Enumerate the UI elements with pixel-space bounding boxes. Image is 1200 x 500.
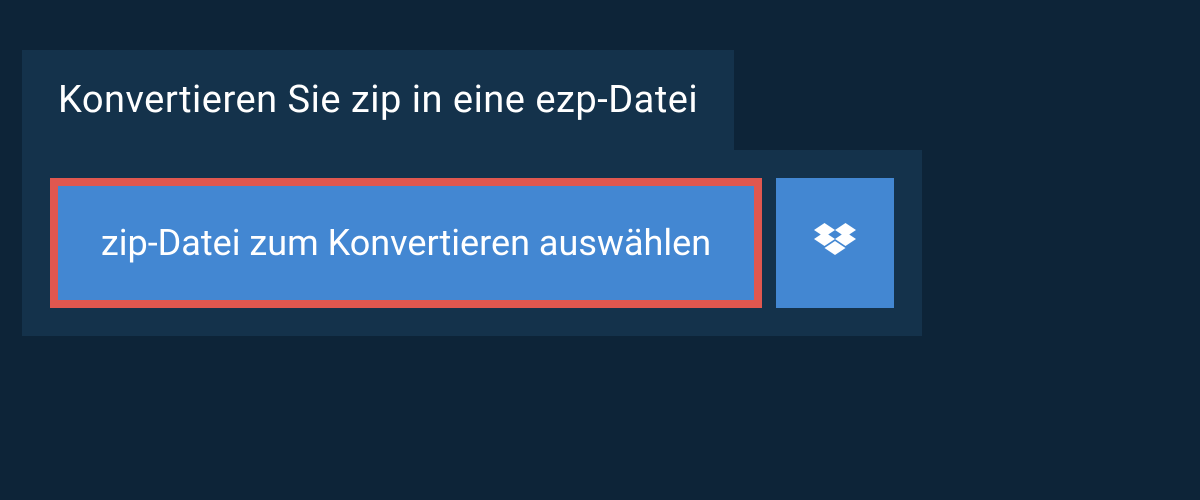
- select-file-label: zip-Datei zum Konvertieren auswählen: [101, 222, 711, 264]
- page-title: Konvertieren Sie zip in eine ezp-Datei: [58, 78, 698, 122]
- button-section: zip-Datei zum Konvertieren auswählen: [22, 150, 922, 336]
- dropbox-button[interactable]: [776, 178, 894, 308]
- header-bar: Konvertieren Sie zip in eine ezp-Datei: [22, 50, 734, 150]
- select-file-button[interactable]: zip-Datei zum Konvertieren auswählen: [50, 178, 762, 308]
- converter-panel: Konvertieren Sie zip in eine ezp-Datei z…: [0, 0, 1200, 336]
- dropbox-icon: [814, 223, 856, 263]
